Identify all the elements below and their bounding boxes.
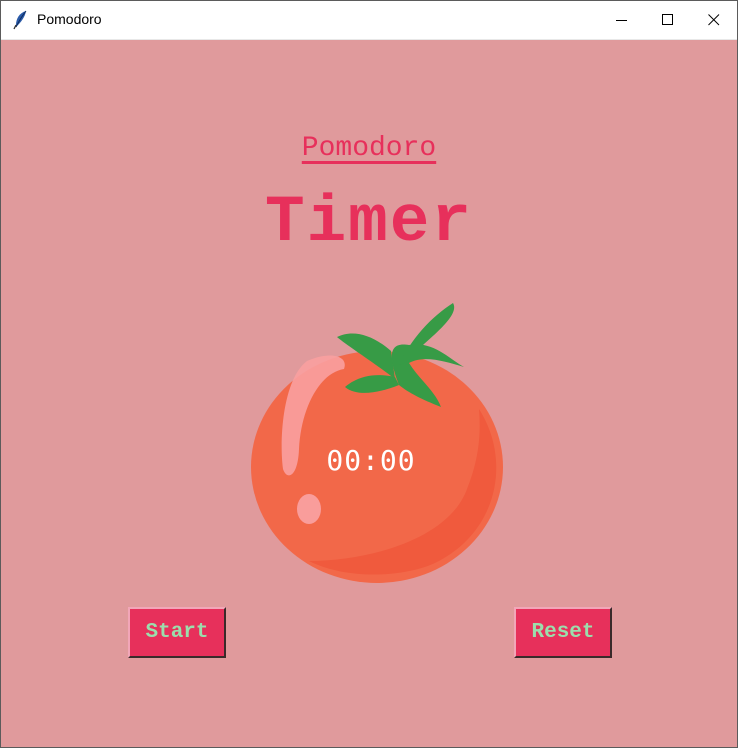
window-title: Pomodoro: [37, 11, 102, 27]
tomato-icon: [251, 303, 503, 583]
timer-display: 00:00: [326, 444, 416, 477]
timer-title: Timer: [264, 185, 474, 260]
main-canvas: Pomodoro Timer 00:00 Start Reset: [1, 41, 737, 747]
minimize-button[interactable]: [599, 1, 645, 40]
maximize-button[interactable]: [645, 1, 691, 40]
start-button[interactable]: Start: [128, 607, 226, 658]
close-icon: [708, 14, 720, 26]
maximize-icon: [662, 14, 673, 25]
app-window: Pomodoro Pomodoro Timer 00:00 Start Rese…: [0, 0, 738, 748]
reset-button[interactable]: Reset: [514, 607, 612, 658]
subtitle-label: Pomodoro: [301, 133, 437, 164]
close-button[interactable]: [691, 1, 737, 40]
title-bar[interactable]: Pomodoro: [1, 1, 737, 40]
minimize-icon: [616, 20, 627, 21]
feather-icon: [13, 10, 29, 30]
